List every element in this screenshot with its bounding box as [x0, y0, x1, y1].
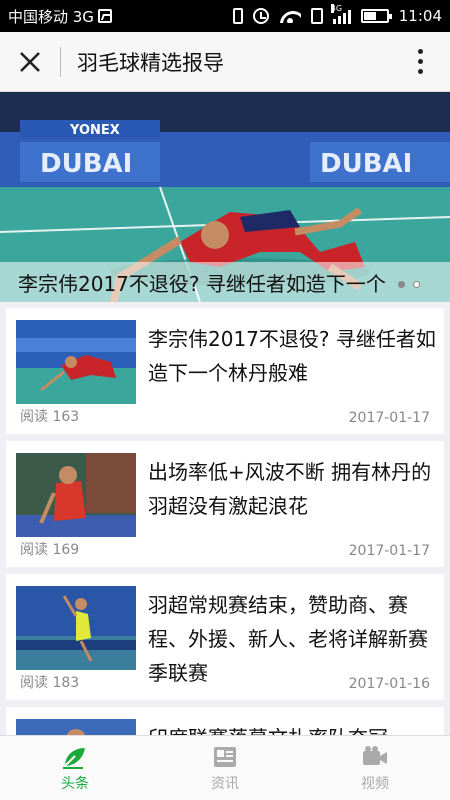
page-title: 羽毛球精选报导 — [77, 50, 224, 75]
carousel-indicator — [398, 281, 420, 288]
article-title: 出场率低+风波不断 拥有林丹的羽超没有激起浪花 — [148, 460, 432, 518]
carousel-dot — [398, 281, 405, 288]
alarm-icon — [252, 8, 269, 24]
article-thumbnail — [16, 320, 136, 404]
article-thumbnail — [16, 586, 136, 670]
article-read-count: 阅读 183 — [20, 675, 80, 691]
article-card[interactable]: 出场率低+风波不断 拥有林丹的羽超没有激起浪花 阅读 169 2017-01-1… — [6, 441, 444, 567]
article-card[interactable]: 李宗伟2017不退役? 寻继任者如造下一个林丹般难 阅读 163 2017-01… — [6, 308, 444, 434]
article-read-count: 阅读 169 — [20, 542, 80, 558]
tab-headline[interactable]: 头条 — [0, 736, 150, 800]
article-date: 2017-01-17 — [348, 543, 430, 559]
tab-label: 头条 — [61, 775, 89, 792]
svg-text:YONEX: YONEX — [69, 123, 120, 138]
svg-text:DUBAI: DUBAI — [40, 149, 132, 179]
article-date: 2017-01-17 — [348, 410, 430, 426]
article-read-count: 阅读 163 — [20, 409, 80, 425]
more-options-button[interactable] — [390, 32, 450, 92]
sim-icon — [310, 8, 323, 24]
battery-icon — [360, 9, 392, 23]
vibrate-icon — [232, 8, 243, 24]
carrier-label: 中国移动 3G — [8, 7, 94, 26]
gallery-icon — [97, 9, 112, 23]
video-icon — [361, 744, 389, 770]
tab-label: 视频 — [361, 775, 389, 792]
headline-icon — [61, 744, 89, 770]
carousel-dot-active — [413, 281, 420, 288]
article-list: 李宗伟2017不退役? 寻继任者如造下一个林丹般难 阅读 163 2017-01… — [6, 308, 444, 800]
banner-caption: 李宗伟2017不退役? 寻继任者如造下一个 — [0, 262, 450, 302]
tab-news[interactable]: 资讯 — [150, 736, 300, 800]
clock: 11:04 — [398, 7, 442, 25]
banner-carousel[interactable]: YONEX DUBAI DUBAI 李宗伟2017不退役? 寻继任者如造下一个 — [0, 92, 450, 302]
close-icon — [20, 51, 40, 72]
nav-bar: 羽毛球精选报导 — [0, 32, 450, 92]
news-icon — [211, 744, 239, 770]
network-type: 3G — [330, 4, 343, 13]
article-card[interactable]: 羽超常规赛结束，赞助商、赛程、外援、新人、老将详解新赛季联赛 阅读 183 20… — [6, 574, 444, 700]
article-title: 羽超常规赛结束，赞助商、赛程、外援、新人、老将详解新赛季联赛 — [148, 593, 428, 685]
signal-icon: 3G — [330, 4, 351, 24]
tab-label: 资讯 — [211, 775, 239, 792]
article-date: 2017-01-16 — [348, 676, 430, 692]
article-title: 李宗伟2017不退役? 寻继任者如造下一个林丹般难 — [148, 327, 436, 385]
tab-video[interactable]: 视频 — [300, 736, 450, 800]
status-bar: 中国移动 3G 3G 11:04 — [0, 0, 450, 32]
nav-divider — [60, 46, 61, 77]
wifi-icon — [279, 9, 301, 23]
close-button[interactable] — [0, 32, 60, 92]
article-thumbnail — [16, 453, 136, 537]
bottom-tab-bar: 头条 资讯 视频 — [0, 735, 450, 800]
svg-text:DUBAI: DUBAI — [320, 149, 412, 179]
